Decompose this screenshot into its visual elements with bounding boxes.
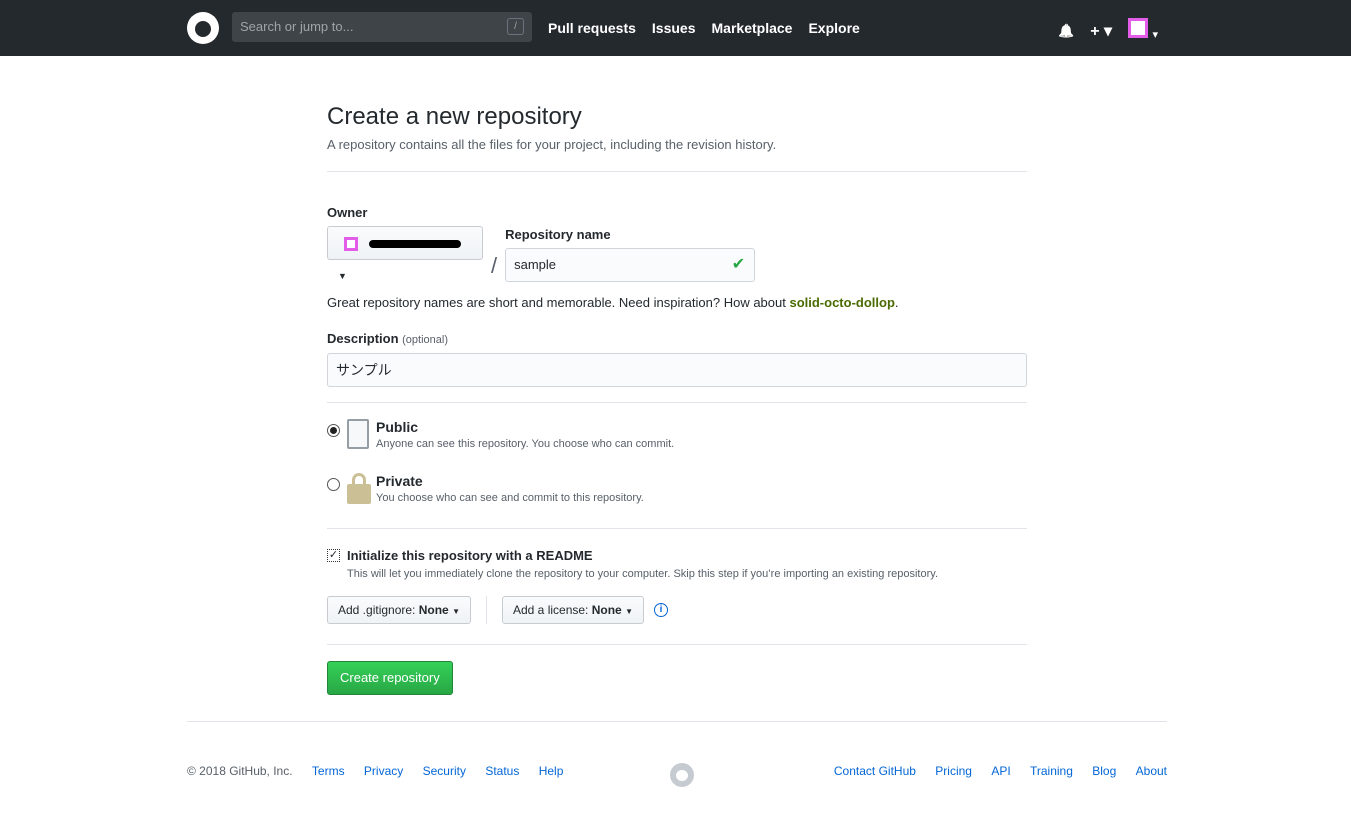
public-label: Public [376,419,419,435]
nav-marketplace[interactable]: Marketplace [712,0,793,56]
private-radio[interactable] [327,478,340,491]
footer-terms[interactable]: Terms [312,764,345,778]
owner-avatar [344,236,358,251]
license-value: None [591,603,622,617]
footer-about[interactable]: About [1136,764,1167,778]
visibility-public[interactable]: Public Anyone can see this repository. Y… [327,419,1027,473]
name-hint: Great repository names are short and mem… [327,295,1027,310]
license-select[interactable]: Add a license: None ▼ [502,596,644,624]
lock-shackle [352,473,366,487]
check-icon: ✔ [731,256,746,273]
footer-privacy[interactable]: Privacy [364,764,403,778]
divider [327,402,1027,403]
divider [327,528,1027,529]
repo-name-label: Repository name [505,227,611,242]
lock-icon [347,484,371,504]
create-new-menu[interactable]: + ▾ [1090,21,1112,41]
description-value: サンプル [336,362,392,378]
owner-repo-separator: / [491,253,498,278]
page-title: Create a new repository [327,103,582,130]
readme-option[interactable]: ✓ Initialize this repository with a READ… [327,548,1027,580]
optional-label: (optional) [402,334,448,346]
bell-icon[interactable]: 🔔 [1058,23,1074,39]
divider-vertical [486,596,487,624]
license-label: Add a license: [513,603,589,617]
copyright: © 2018 GitHub, Inc. [187,764,293,778]
chevron-down-icon: ▼ [338,271,347,281]
create-repository-button[interactable]: Create repository [327,661,453,695]
private-label: Private [376,473,423,489]
footer-api[interactable]: API [991,764,1010,778]
main-nav: Pull requests Issues Marketplace Explore [548,0,860,56]
footer-contact[interactable]: Contact GitHub [834,764,916,778]
chevron-down-icon: ▾ [1152,29,1158,41]
avatar [1128,18,1149,38]
hint-end: . [894,295,899,310]
gitignore-value: None [418,603,449,617]
footer-github-logo-icon[interactable] [670,763,694,787]
divider [327,171,1027,172]
footer-security[interactable]: Security [423,764,466,778]
repo-name-input[interactable]: sample ✔ [505,248,756,282]
info-icon[interactable]: i [654,603,668,617]
footer-help[interactable]: Help [539,764,564,778]
gitignore-select[interactable]: Add .gitignore: None ▼ [327,596,471,624]
footer-training[interactable]: Training [1030,764,1073,778]
nav-pull-requests[interactable]: Pull requests [548,0,636,56]
repo-name-value: sample [514,257,557,272]
description-label: Description [327,331,399,346]
repo-book-icon [347,419,369,449]
new-repo-form: Create a new repository A repository con… [327,56,1027,695]
footer-blog[interactable]: Blog [1092,764,1116,778]
description-input[interactable]: サンプル [327,353,1027,387]
footer-status[interactable]: Status [485,764,519,778]
top-header: Search or jump to... / Pull requests Issu… [0,0,1351,56]
readme-desc: This will let you immediately clone the … [347,568,938,580]
readme-checkbox[interactable]: ✓ [327,549,340,562]
search-placeholder: Search or jump to... [240,19,354,34]
chevron-down-icon: ▼ [625,607,633,616]
chevron-down-icon: ▼ [452,607,460,616]
owner-select[interactable]: ▼ [327,226,483,281]
owner-label: Owner [327,205,368,220]
github-logo-icon[interactable] [187,12,219,44]
page-subtitle: A repository contains all the files for … [327,137,777,152]
public-radio[interactable] [327,424,340,437]
search-input[interactable]: Search or jump to... / [232,12,532,42]
nav-issues[interactable]: Issues [652,0,696,56]
private-desc: You choose who can see and commit to thi… [376,492,644,504]
suggested-name[interactable]: solid-octo-dollop [789,295,894,310]
footer: © 2018 GitHub, Inc. Terms Privacy Securi… [187,721,1167,787]
nav-explore[interactable]: Explore [808,0,859,56]
owner-name-redacted [369,239,462,248]
divider [327,644,1027,645]
visibility-private[interactable]: Private You choose who can see and commi… [327,473,1027,528]
hint-text: Great repository names are short and mem… [327,295,790,310]
avatar-menu[interactable]: ▾ [1128,18,1158,43]
gitignore-label: Add .gitignore: [338,603,416,617]
slash-shortcut-badge: / [507,18,524,35]
readme-label: Initialize this repository with a README [347,548,593,563]
footer-pricing[interactable]: Pricing [935,764,972,778]
public-desc: Anyone can see this repository. You choo… [376,438,675,450]
